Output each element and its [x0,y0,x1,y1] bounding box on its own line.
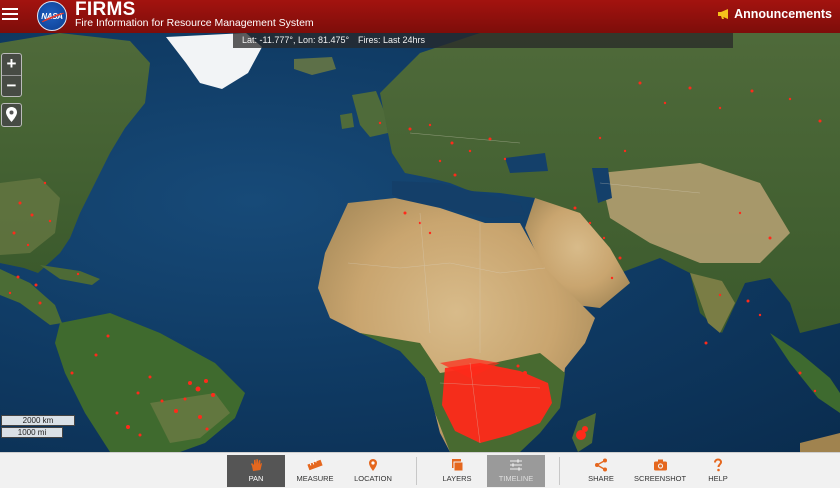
firms-app: NASA FIRMS Fire Information for Resource… [0,0,840,488]
zoom-in-button[interactable]: + [2,54,21,75]
hamburger-menu-icon[interactable] [2,5,18,21]
megaphone-icon [718,9,729,19]
timeline-label: TIMELINE [498,474,534,483]
sliders-icon [510,459,522,471]
screenshot-label: SCREENSHOT [633,474,687,483]
measure-label: MEASURE [296,474,334,483]
location-tool-button[interactable]: LOCATION [347,455,399,487]
zoom-out-button[interactable]: − [2,75,21,96]
pan-label: PAN [248,474,264,483]
world-map[interactable]: Lat: -11.777°, Lon: 81.475° Fires: Last … [0,33,840,452]
share-tool-button[interactable]: SHARE [576,455,626,487]
fire-hotspots-layer [8,81,822,444]
help-tool-button[interactable]: HELP [696,455,740,487]
toolbar-separator [559,457,560,485]
map-pin-icon [6,107,17,122]
fires-period-text: Fires: Last 24hrs [358,35,426,45]
scale-bar-km: 2000 km [1,415,75,426]
bottom-toolbar: PAN MEASURE LOCATION LAYERS TIMELINE SHA… [0,452,840,488]
app-subtitle: Fire Information for Resource Management… [75,17,314,29]
announcements-label: Announcements [734,7,832,21]
coordinate-readout-bar: Lat: -11.777°, Lon: 81.475° Fires: Last … [233,33,733,48]
layers-label: LAYERS [442,474,472,483]
location-label: LOCATION [354,474,392,483]
timeline-tool-button[interactable]: TIMELINE [487,455,545,487]
map-pin-icon [369,459,377,471]
pan-tool-button[interactable]: PAN [227,455,285,487]
camera-icon [653,459,667,471]
measure-tool-button[interactable]: MEASURE [289,455,341,487]
share-icon [595,458,607,472]
layers-tool-button[interactable]: LAYERS [431,455,483,487]
my-location-button[interactable] [1,103,22,127]
announcements-button[interactable]: Announcements [717,7,832,21]
screenshot-tool-button[interactable]: SCREENSHOT [631,455,689,487]
share-label: SHARE [588,474,614,483]
scale-bar-mi: 1000 mi [1,427,63,438]
toolbar-separator [416,457,417,485]
zoom-control: + − [1,53,22,97]
ruler-icon [307,459,323,471]
help-label: HELP [708,474,728,483]
app-header: NASA FIRMS Fire Information for Resource… [0,0,840,33]
nasa-logo: NASA [37,1,67,31]
hand-icon [251,459,262,471]
layers-icon [452,459,464,472]
coordinates-text: Lat: -11.777°, Lon: 81.475° [242,35,350,45]
question-icon [714,458,723,472]
